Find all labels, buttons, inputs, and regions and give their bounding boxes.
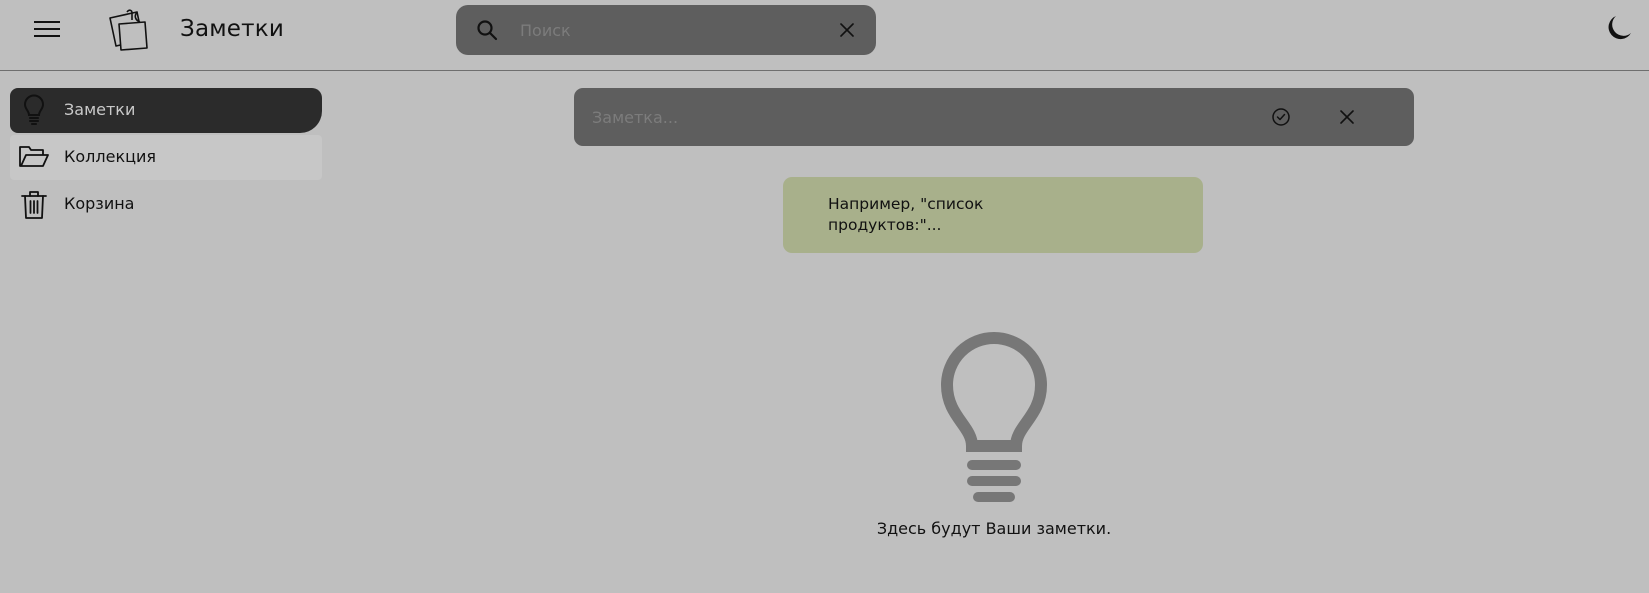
app-title: Заметки — [180, 16, 284, 42]
sidebar-item-label: Заметки — [64, 100, 136, 119]
close-icon[interactable] — [840, 23, 854, 37]
sticky-notes-icon — [109, 9, 148, 51]
sidebar-item-label: Корзина — [64, 194, 135, 213]
sidebar-item-trash[interactable]: Корзина — [10, 182, 322, 227]
hamburger-icon[interactable] — [34, 17, 60, 41]
lightbulb-icon — [940, 332, 1048, 502]
sidebar-item-label: Коллекция — [64, 147, 157, 166]
close-icon[interactable] — [1339, 109, 1355, 125]
folder-open-icon — [19, 146, 49, 167]
search-input[interactable] — [520, 17, 810, 43]
search-bar — [456, 5, 876, 55]
hint-card: Например, "список продуктов:"... — [783, 177, 1203, 253]
hint-text: Например, "список продуктов:"... — [828, 195, 984, 234]
empty-state-message: Здесь будут Ваши заметки. — [876, 519, 1112, 538]
note-input[interactable] — [592, 104, 1192, 130]
sidebar-item-collection[interactable]: Коллекция — [10, 135, 322, 180]
check-circle-icon[interactable] — [1270, 106, 1292, 128]
lightbulb-icon — [23, 94, 45, 125]
note-editor — [574, 88, 1414, 146]
trash-icon — [21, 191, 47, 219]
moon-icon[interactable] — [1605, 14, 1633, 42]
sidebar-item-notes[interactable]: Заметки — [10, 88, 322, 133]
app-header: Заметки — [0, 0, 1649, 71]
search-icon[interactable] — [476, 19, 498, 41]
